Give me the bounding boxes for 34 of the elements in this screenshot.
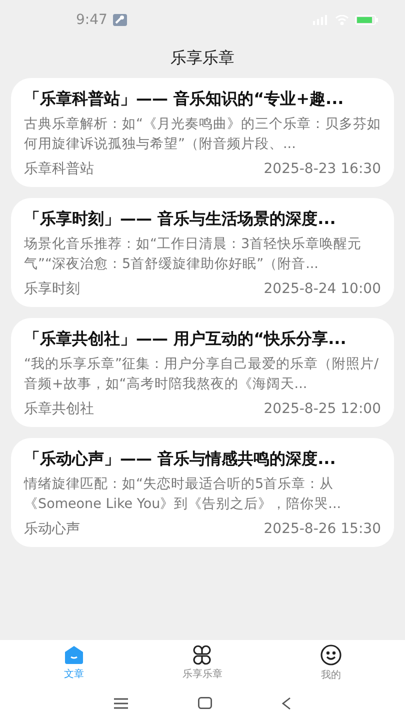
article-time: 2025-8-23 16:30 — [264, 160, 381, 179]
article-source: 乐动心声 — [24, 520, 80, 539]
tab-label: 乐享乐章 — [182, 668, 222, 681]
smiley-icon — [320, 644, 342, 666]
article-excerpt: 情绪旋律匹配：如“失恋时最适合听的5首乐章：从《Someone Like You》到《告别之后》，陪你哭... — [24, 475, 342, 514]
article-excerpt: 场景化音乐推荐：如“工作日清晨：3首轻快乐章唤醒元气”“深夜治愈：5首舒缓旋律助你好眠”（附音... — [24, 235, 363, 274]
home-button-icon[interactable] — [198, 697, 212, 709]
tab-item[interactable]: 我的 — [286, 644, 376, 682]
article-source: 乐章共创社 — [24, 400, 94, 419]
battery-icon — [355, 15, 379, 25]
article-card[interactable]: 「乐动心声」—— 音乐与情感共鸣的深度... 情绪旋律匹配：如“失恋时最适合听的5首乐章：从《Someone Like You》到《告别之后》，陪你哭... 乐动心声 2025-8-26 15:30 — [11, 438, 394, 547]
article-card[interactable]: 「乐章科普站」—— 音乐知识的“专业+趣... 古典乐章解析：如“《月光奏鸣曲》的三个乐章：贝多芬如何用旋律诉说孤独与希望”（附音频片段、... 乐章科普站 2025-8-23 16:30 — [11, 78, 394, 187]
article-title: 「乐享时刻」—— 音乐与生活场景的深度... — [24, 208, 337, 230]
home-icon — [63, 645, 86, 665]
article-card[interactable]: 「乐章共创社」—— 用户互动的“快乐分享... “我的乐享乐章”征集：用户分享自己最爱的乐章（附照片/音频+故事，如“高考时陪我熬夜的《海阔天... 乐章共创社 2025-8-25 12:00 — [11, 318, 394, 427]
back-icon[interactable] — [282, 696, 291, 710]
article-title: 「乐章科普站」—— 音乐知识的“专业+趣... — [24, 88, 345, 110]
wrench-icon — [113, 14, 128, 26]
article-time: 2025-8-24 10:00 — [264, 280, 381, 299]
article-excerpt: 古典乐章解析：如“《月光奏鸣曲》的三个乐章：贝多芬如何用旋律诉说孤独与希望”（附音频片段、... — [24, 115, 381, 154]
article-excerpt: “我的乐享乐章”征集：用户分享自己最爱的乐章（附照片/音频+故事，如“高考时陪我熬夜的《海阔天... — [24, 355, 380, 394]
tab-label: 我的 — [320, 668, 341, 682]
tab-label: 文章 — [64, 668, 84, 681]
article-time: 2025-8-26 15:30 — [264, 520, 381, 539]
article-source: 乐享时刻 — [24, 280, 80, 299]
page-title: 乐享乐章 — [170, 48, 234, 68]
article-title: 「乐动心声」—— 音乐与情感共鸣的深度... — [24, 448, 337, 470]
article-time: 2025-8-25 12:00 — [264, 400, 381, 419]
article-source: 乐章科普站 — [24, 160, 94, 179]
status-time: 9:47 — [76, 12, 108, 28]
article-title: 「乐章共创社」—— 用户互动的“快乐分享... — [24, 328, 348, 350]
article-card[interactable]: 「乐享时刻」—— 音乐与生活场景的深度... 场景化音乐推荐：如“工作日清晨：3首轻快乐章唤醒元气”“深夜治愈：5首舒缓旋律助你好眠”（附音... 乐享时刻 2025-8-24 10:00 — [11, 198, 394, 307]
menu-icon[interactable] — [114, 698, 128, 708]
tab-item[interactable]: 乐享乐章 — [157, 645, 248, 681]
